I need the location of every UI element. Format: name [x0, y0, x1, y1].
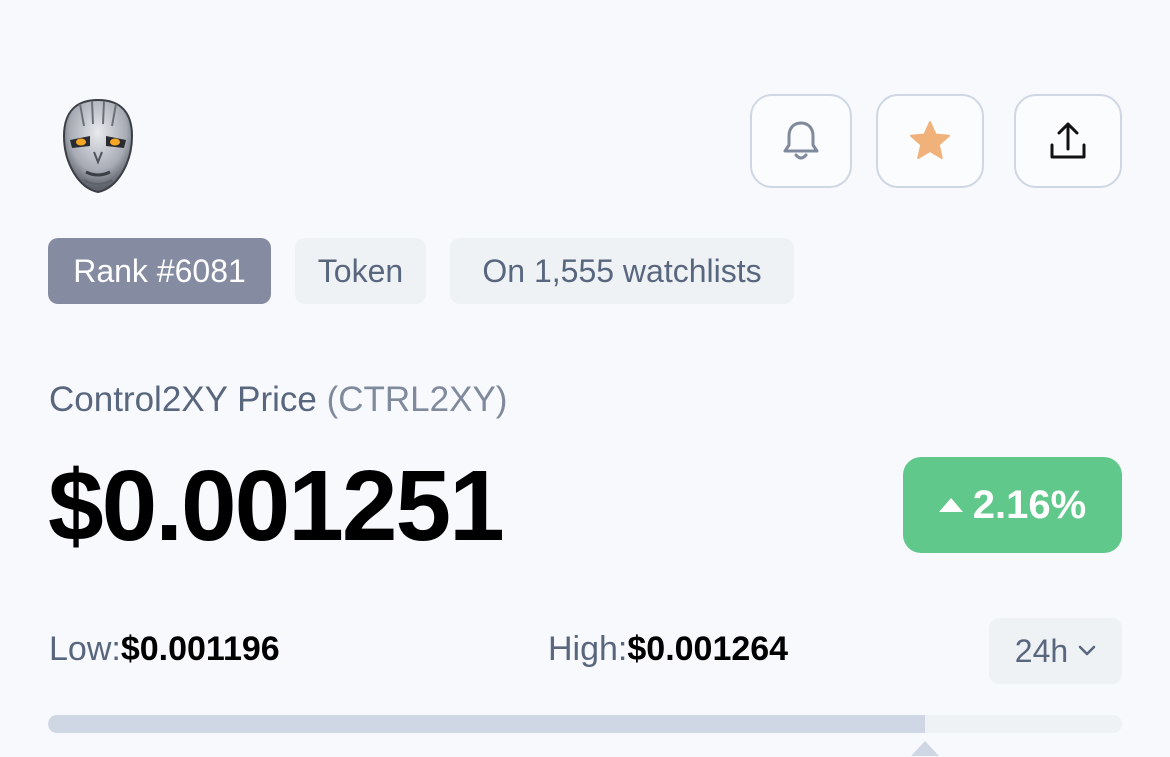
current-price: $0.001251 — [48, 450, 505, 562]
period-value: 24h — [1014, 632, 1069, 669]
price-range-marker — [911, 741, 940, 756]
coin-name: Control2XY — [49, 380, 228, 419]
rank-badge: Rank #6081 — [48, 238, 271, 304]
share-icon — [1050, 122, 1086, 159]
low-value: $0.001196 — [120, 630, 280, 668]
coin-symbol: (CTRL2XY) — [326, 380, 508, 419]
share-button[interactable] — [1014, 94, 1122, 188]
period-dropdown[interactable]: 24h — [989, 618, 1122, 684]
price-range-bar — [48, 715, 1122, 733]
bell-icon — [783, 121, 819, 160]
watchlist-star-button[interactable] — [876, 94, 984, 188]
type-badge: Token — [295, 238, 426, 304]
price-range-fill — [48, 715, 926, 733]
low-label: Low: — [49, 630, 121, 668]
high-value: $0.001264 — [627, 630, 789, 668]
low-price: Low:$0.001196 — [49, 630, 280, 669]
coin-title: Control2XY Price (CTRL2XY) — [49, 380, 507, 420]
coin-logo — [62, 98, 134, 194]
high-label: High: — [548, 630, 628, 668]
price-change-value: 2.16% — [972, 482, 1087, 527]
price-change-badge: 2.16% — [903, 457, 1122, 553]
chevron-down-icon — [1078, 645, 1096, 656]
caret-up-icon — [938, 498, 963, 512]
high-price: High:$0.001264 — [548, 630, 788, 669]
watchlists-badge: On 1,555 watchlists — [450, 238, 794, 304]
price-word: Price — [237, 380, 317, 419]
alert-button[interactable] — [750, 94, 852, 188]
star-icon — [910, 121, 950, 159]
